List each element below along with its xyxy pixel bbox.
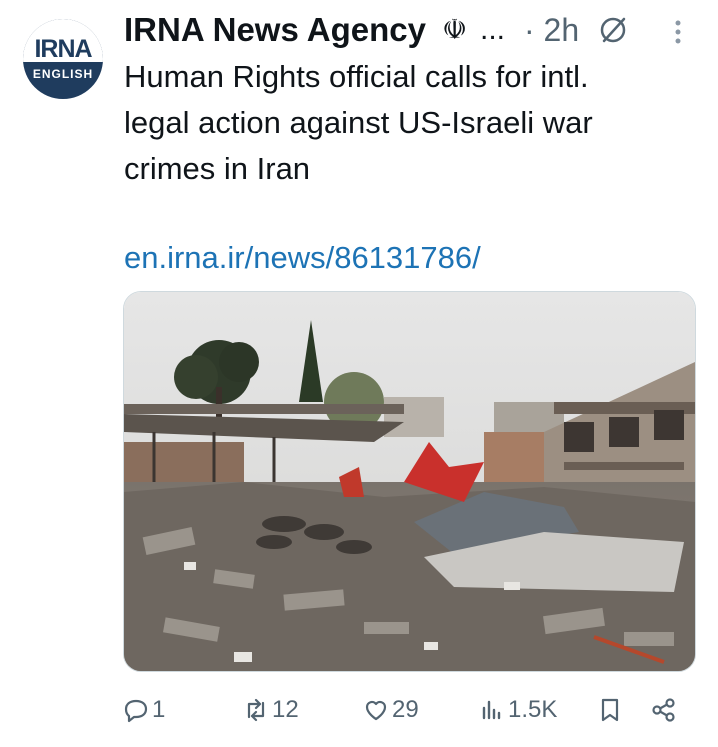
views-chart-icon [482,700,501,720]
tweet-timestamp[interactable]: · 2h [524,10,579,50]
like-count: 29 [392,696,419,723]
avatar-logo-text: IRNA [34,35,92,63]
share-button[interactable] [650,690,678,730]
iran-emblem-icon: ☫ [442,14,468,45]
muted-icon [600,17,626,43]
tweet-header: IRNA News Agency ☫ ... · 2h [124,10,704,50]
repost-icon [247,698,265,722]
avatar[interactable]: IRNA ENGLISH [23,19,103,99]
share-icon [652,698,675,722]
repost-count: 12 [272,696,299,723]
account-name[interactable]: IRNA News Agency [124,10,426,50]
more-options-icon[interactable] [672,20,684,44]
views-count: 1.5K [508,696,558,723]
destroyed-building-photo [124,292,695,671]
like-button[interactable]: 29 [362,690,419,730]
bookmark-icon [601,698,619,722]
tweet-photo[interactable] [123,291,696,672]
tweet-actions: 1 12 29 1.5K [0,690,718,730]
reply-count: 1 [152,696,166,723]
views-button[interactable]: 1.5K [478,690,557,730]
name-truncation: ... [480,13,506,46]
repost-button[interactable]: 12 [242,690,299,730]
avatar-logo-subtext: ENGLISH [32,67,94,81]
tweet-text: Human Rights official calls for intl. le… [124,59,593,186]
article-link[interactable]: en.irna.ir/news/86131786/ [124,236,481,280]
bookmark-button[interactable] [596,690,624,730]
heart-icon [365,700,387,721]
reply-icon [124,699,148,723]
reply-button[interactable]: 1 [122,690,165,730]
